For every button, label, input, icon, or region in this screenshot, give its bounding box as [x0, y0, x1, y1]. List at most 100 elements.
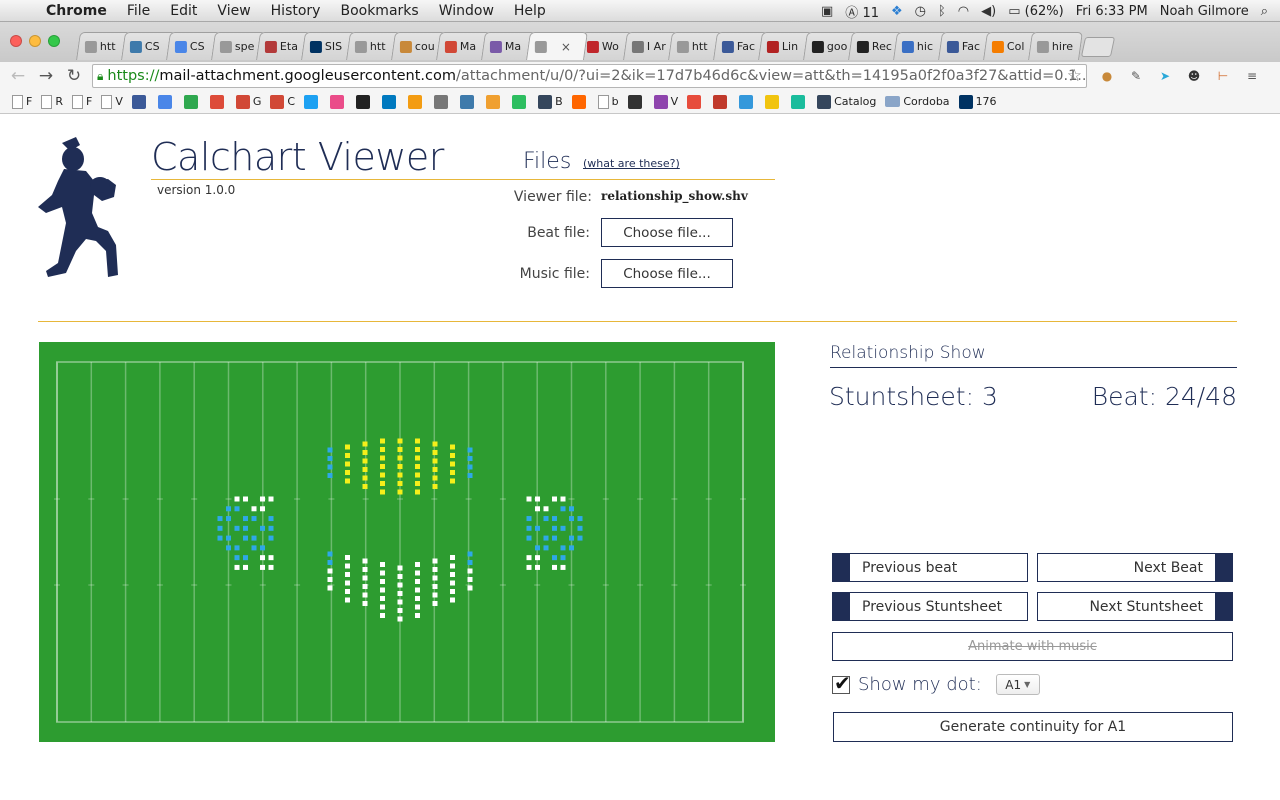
bookmark-item[interactable] [571, 94, 589, 109]
menu-file[interactable]: File [117, 3, 160, 19]
tab-title: hic [916, 40, 934, 53]
files-help-link[interactable]: (what are these?) [583, 157, 680, 170]
menu-bookmarks[interactable]: Bookmarks [330, 3, 428, 19]
ruler-extension-icon[interactable]: ⊢ [1213, 66, 1233, 86]
bookmark-item[interactable] [157, 94, 175, 109]
bookmark-item[interactable]: 176 [958, 94, 997, 109]
bookmark-item[interactable] [304, 94, 321, 109]
marcher-dot [432, 450, 438, 455]
bookmark-item[interactable]: b [597, 94, 619, 109]
bookmark-item[interactable] [183, 94, 201, 109]
dropbox-icon[interactable]: ❖ [891, 4, 903, 19]
volume-icon[interactable]: ◀) [981, 4, 996, 19]
marcher-dot [362, 475, 368, 481]
user-name[interactable]: Noah Gilmore [1160, 4, 1249, 19]
bookmark-item[interactable]: Cordoba [885, 95, 950, 108]
animate-with-music-button[interactable]: Animate with music [832, 632, 1233, 661]
marcher-dot [243, 516, 248, 522]
dot-select[interactable]: A1 ▼ [995, 674, 1040, 695]
page-icon [12, 94, 23, 109]
minimize-window-button[interactable] [29, 35, 41, 47]
address-bar[interactable]: 🔒︎ https:// mail-attachment.googleuserco… [92, 64, 1087, 88]
new-tab-button[interactable] [1080, 37, 1116, 57]
generate-continuity-button[interactable]: Generate continuity for A1 [833, 712, 1233, 742]
bookmark-item[interactable] [512, 94, 529, 109]
marcher-dot [569, 506, 574, 512]
bookmark-item[interactable]: G [235, 94, 261, 109]
bookmark-item[interactable] [330, 94, 347, 109]
menu-view[interactable]: View [207, 3, 260, 19]
bluetooth-icon[interactable]: ᛒ [938, 4, 946, 19]
bookmark-item[interactable]: B [538, 94, 563, 109]
bookmark-item[interactable] [791, 94, 808, 109]
previous-beat-button[interactable]: Previous beat [832, 553, 1028, 582]
bookmark-item[interactable]: V [653, 94, 678, 109]
bookmark-item[interactable] [131, 94, 149, 109]
bookmark-item[interactable]: C [270, 94, 295, 109]
bookmark-star-icon[interactable]: ☆ [1067, 66, 1082, 86]
marcher-dot [415, 604, 420, 610]
tab-title: htt [691, 40, 708, 53]
marcher-dot [380, 481, 385, 486]
bookmark-item[interactable]: V [101, 94, 123, 109]
close-tab-icon[interactable]: × [561, 40, 571, 54]
marcher-dot [345, 453, 350, 458]
bookmark-item[interactable] [687, 94, 704, 109]
bookmark-item[interactable]: F [12, 94, 32, 109]
zoom-window-button[interactable] [48, 35, 60, 47]
bookmark-item[interactable] [739, 94, 756, 109]
bookmark-item[interactable]: F [71, 94, 92, 109]
chrome-menu-icon[interactable]: ≡ [1242, 66, 1262, 86]
eyedropper-extension-icon[interactable]: ✎ [1126, 66, 1146, 86]
spotlight-search-icon[interactable]: ⌕ [1261, 4, 1268, 19]
menu-edit[interactable]: Edit [160, 3, 207, 19]
close-window-button[interactable] [10, 35, 22, 47]
bookmark-item[interactable] [434, 94, 451, 109]
previous-stuntsheet-button[interactable]: Previous Stuntsheet [832, 592, 1028, 621]
next-beat-button[interactable]: Next Beat [1037, 553, 1233, 582]
menu-window[interactable]: Window [429, 3, 504, 19]
marcher-dot [234, 545, 240, 551]
bookmark-item[interactable] [209, 94, 227, 109]
marcher-dot [380, 489, 385, 495]
marcher-dot [569, 535, 574, 541]
back-button[interactable]: ← [4, 66, 32, 86]
bookmark-item[interactable] [382, 94, 399, 109]
beat-file-choose-button[interactable]: Choose file... [601, 218, 733, 247]
menu-app-chrome[interactable]: Chrome [36, 3, 117, 19]
bookmark-item[interactable] [486, 94, 503, 109]
cookie-extension-icon[interactable]: ● [1097, 66, 1117, 86]
browser-tab[interactable]: hire [1028, 32, 1083, 60]
octocat-extension-icon[interactable]: ☻ [1184, 66, 1204, 86]
forward-button[interactable]: → [32, 66, 60, 86]
clock[interactable]: Fri 6:33 PM [1076, 4, 1148, 19]
screen-share-icon[interactable]: ▣ [821, 4, 833, 19]
time-machine-icon[interactable]: ◷ [915, 4, 926, 19]
reload-button[interactable]: ↻ [60, 66, 88, 86]
wifi-icon[interactable]: ◠ [958, 4, 969, 19]
browser-tab[interactable]: × [526, 32, 588, 60]
bookmark-item[interactable] [713, 94, 730, 109]
marcher-dot [362, 467, 368, 472]
bookmark-item[interactable] [765, 94, 782, 109]
menu-help[interactable]: Help [504, 3, 556, 19]
bookmark-item[interactable] [627, 94, 645, 109]
music-file-choose-button[interactable]: Choose file... [601, 259, 733, 288]
robot-icon [434, 94, 449, 109]
marcher-dot [415, 447, 420, 452]
next-stuntsheet-button[interactable]: Next Stuntsheet [1037, 592, 1233, 621]
adobe-notifications[interactable]: Ⓐ 11 [845, 2, 879, 21]
bookmark-item[interactable] [408, 94, 425, 109]
menu-history[interactable]: History [261, 3, 331, 19]
battery-status[interactable]: ▭ (62%) [1008, 4, 1063, 19]
bookmark-item[interactable] [356, 94, 373, 109]
show-my-dot-checkbox[interactable] [832, 671, 851, 695]
tab-title: Lin [781, 40, 799, 53]
window-controls [10, 35, 60, 47]
show-name: Relationship Show [830, 343, 986, 363]
bookmark-item[interactable]: Catalog [817, 94, 876, 109]
bookmark-item[interactable] [460, 94, 477, 109]
browser-toolbar: ← → ↻ 🔒︎ https:// mail-attachment.google… [0, 62, 1280, 90]
bookmark-item[interactable]: R [41, 94, 63, 109]
pushbullet-extension-icon[interactable]: ➤ [1155, 66, 1175, 86]
